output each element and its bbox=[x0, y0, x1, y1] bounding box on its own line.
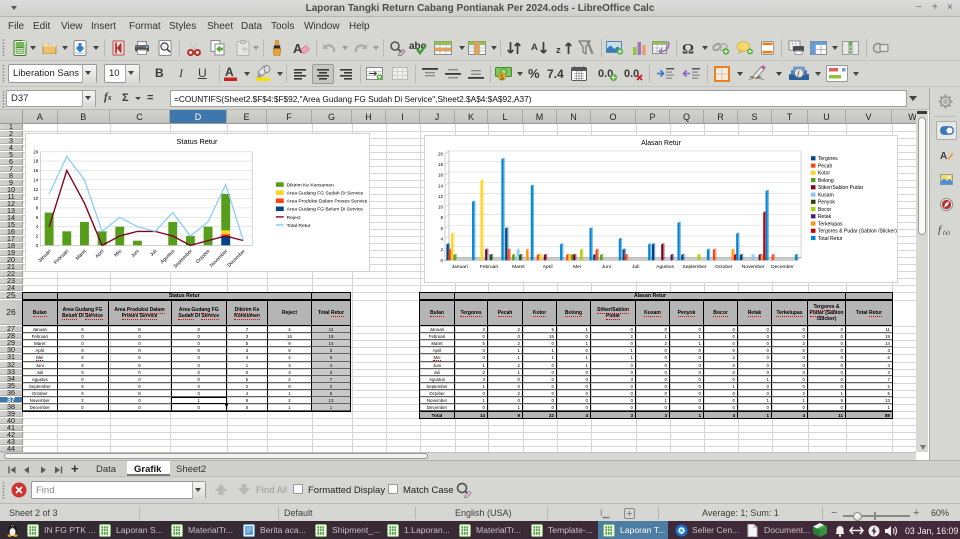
svg-text:4: 4 bbox=[440, 237, 443, 242]
svg-text:Agustus: Agustus bbox=[656, 264, 674, 270]
svg-text:(x): (x) bbox=[943, 231, 950, 235]
svg-text:April: April bbox=[94, 248, 105, 259]
svg-text:14: 14 bbox=[33, 177, 39, 182]
svg-text:A: A bbox=[531, 42, 538, 53]
svg-text:4: 4 bbox=[36, 224, 39, 229]
svg-text:2: 2 bbox=[440, 247, 443, 252]
svg-text:September: September bbox=[173, 248, 194, 269]
svg-text:Penyok: Penyok bbox=[818, 200, 835, 206]
svg-text:0: 0 bbox=[36, 243, 39, 248]
svg-text:Reject: Reject bbox=[287, 215, 302, 221]
svg-text:6: 6 bbox=[36, 215, 39, 220]
svg-text:Tergores: Tergores bbox=[818, 156, 838, 162]
svg-text:Juli: Juli bbox=[149, 248, 158, 257]
svg-text:Juli: Juli bbox=[632, 264, 639, 270]
svg-text:16: 16 bbox=[438, 173, 444, 178]
svg-text:12: 12 bbox=[33, 187, 39, 192]
svg-text:Mei: Mei bbox=[573, 264, 581, 270]
svg-text:October: October bbox=[715, 264, 733, 270]
svg-text:December: December bbox=[227, 248, 248, 269]
svg-text:November: November bbox=[209, 248, 230, 269]
svg-text:6: 6 bbox=[440, 226, 443, 231]
svg-text:A: A bbox=[293, 41, 303, 55]
svg-text:Area Gudang FG Sudah Di Servic: Area Gudang FG Sudah Di Service bbox=[287, 191, 364, 197]
svg-text:Bolong: Bolong bbox=[818, 178, 834, 184]
svg-text:April: April bbox=[543, 264, 553, 270]
svg-text:12: 12 bbox=[438, 194, 444, 199]
svg-text:18: 18 bbox=[438, 162, 444, 167]
svg-text:Retak: Retak bbox=[818, 214, 832, 220]
svg-text:Maret: Maret bbox=[75, 248, 89, 262]
svg-text:Januari: Januari bbox=[452, 264, 468, 270]
svg-text:8: 8 bbox=[36, 205, 39, 210]
svg-text:Status Retur: Status Retur bbox=[177, 137, 219, 146]
svg-text:October: October bbox=[195, 248, 212, 265]
svg-text:Terkelupas: Terkelupas bbox=[818, 221, 843, 227]
svg-text:Total Retur: Total Retur bbox=[287, 223, 311, 229]
svg-text:Mei: Mei bbox=[113, 248, 123, 258]
svg-text:Area Produksi Dalam Proses Ser: Area Produksi Dalam Proses Service bbox=[287, 199, 368, 205]
svg-text:8: 8 bbox=[440, 215, 443, 220]
svg-text:November: November bbox=[742, 264, 765, 270]
svg-text:Pecah: Pecah bbox=[818, 163, 833, 169]
svg-text:Tergores & Pudar (Sablon /Stic: Tergores & Pudar (Sablon /Sticker) bbox=[818, 229, 897, 235]
svg-text:Ω: Ω bbox=[682, 42, 694, 56]
svg-text:A: A bbox=[940, 151, 947, 161]
svg-text:0: 0 bbox=[440, 258, 443, 263]
svg-text:10: 10 bbox=[438, 205, 444, 210]
svg-text:Februari: Februari bbox=[480, 264, 498, 270]
svg-text:Total Retur: Total Retur bbox=[818, 236, 843, 242]
svg-text:20: 20 bbox=[438, 151, 444, 156]
svg-text:2: 2 bbox=[36, 234, 39, 239]
svg-text:Stiker/Sablon Pudar: Stiker/Sablon Pudar bbox=[818, 185, 864, 191]
svg-text:16: 16 bbox=[33, 168, 39, 173]
svg-text:Bocor: Bocor bbox=[818, 207, 832, 213]
svg-text:20: 20 bbox=[33, 149, 39, 154]
svg-text:Juni: Juni bbox=[130, 248, 141, 259]
svg-text:Juni: Juni bbox=[602, 264, 611, 270]
svg-text:Januari: Januari bbox=[37, 248, 53, 264]
svg-text:z: z bbox=[556, 45, 561, 56]
svg-text:Dikirim Ke Konsumen: Dikirim Ke Konsumen bbox=[287, 182, 334, 188]
svg-text:Maret: Maret bbox=[512, 264, 525, 270]
svg-text:Agustus: Agustus bbox=[159, 248, 176, 265]
svg-text:10: 10 bbox=[33, 196, 39, 201]
svg-text:0.0: 0.0 bbox=[624, 68, 639, 80]
svg-text:ƒ: ƒ bbox=[797, 69, 801, 78]
svg-text:A: A bbox=[225, 65, 234, 79]
svg-text:Februari: Februari bbox=[53, 248, 70, 265]
svg-text:14: 14 bbox=[438, 183, 444, 188]
svg-text:Kotor: Kotor bbox=[818, 171, 831, 177]
svg-text:18: 18 bbox=[33, 159, 39, 164]
svg-text:Area Gudang FG Belum Di Servic: Area Gudang FG Belum Di Service bbox=[287, 207, 364, 213]
svg-text:September: September bbox=[682, 264, 706, 270]
svg-text:Kusam: Kusam bbox=[818, 192, 834, 198]
svg-text:December: December bbox=[771, 264, 794, 270]
svg-text:Alasan Retur: Alasan Retur bbox=[641, 140, 682, 147]
svg-text:$: $ bbox=[500, 74, 504, 81]
